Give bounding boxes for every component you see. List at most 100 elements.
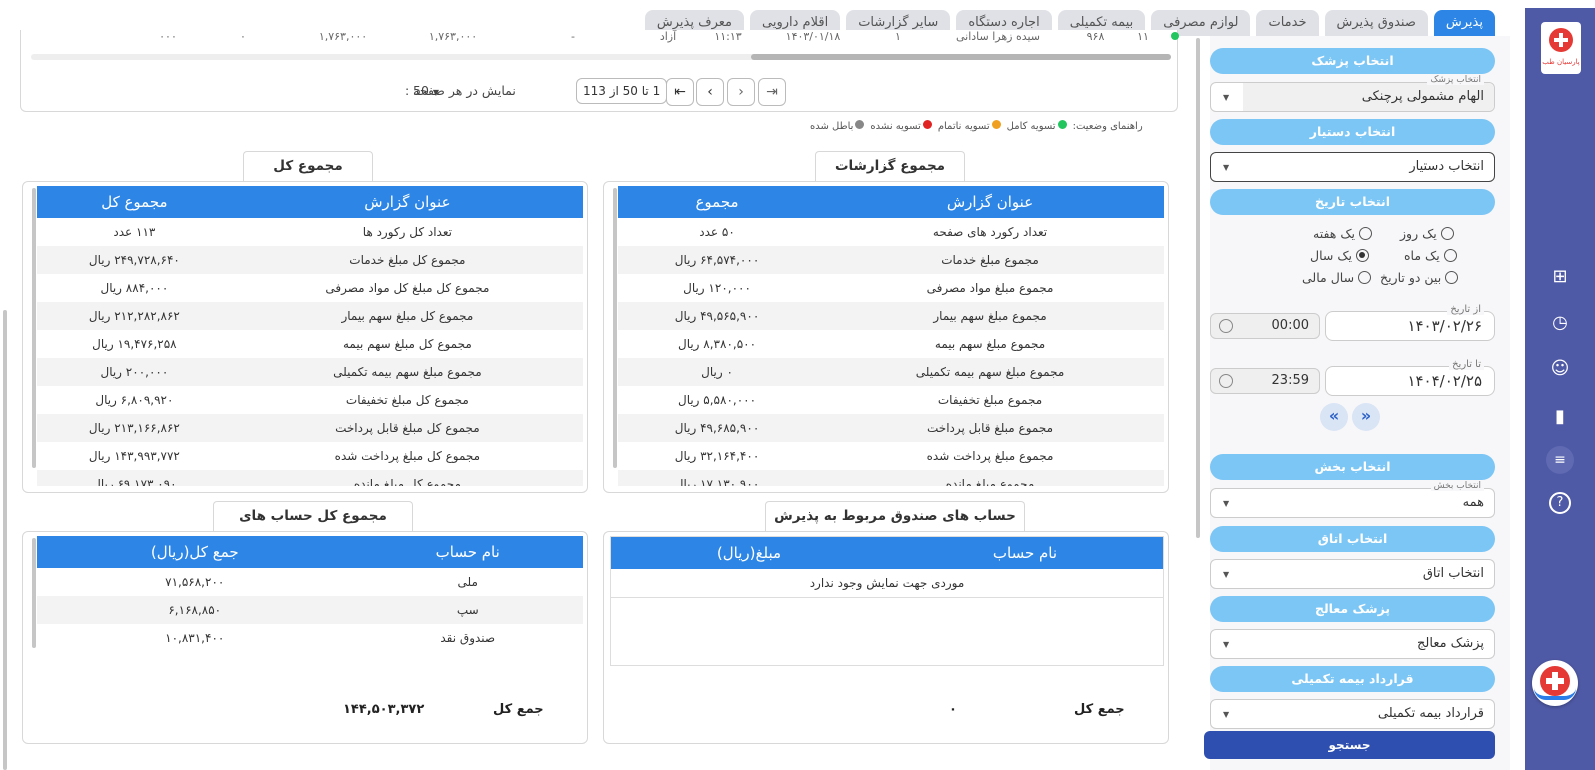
- section-select[interactable]: انتخاب بخش همه ▼: [1210, 481, 1495, 518]
- status-legend: راهنمای وضعیت: تسویه کامل تسویه ناتمام ت…: [810, 120, 1143, 132]
- users-icon[interactable]: ☺: [1549, 358, 1571, 380]
- prev-page-button[interactable]: ›: [727, 78, 755, 106]
- col-title-header[interactable]: عنوان گزارش: [231, 186, 583, 218]
- side-rail: پارسیان طب ⊞ ◷ ☺ ▮ ≡ ?: [1525, 8, 1595, 770]
- assistant-select[interactable]: انتخاب دستیار ▼: [1210, 152, 1495, 182]
- next-range-button[interactable]: »: [1352, 403, 1380, 431]
- physician-header[interactable]: پزشک معالج: [1210, 596, 1495, 622]
- chart-icon[interactable]: ▮: [1549, 406, 1571, 428]
- cell-title: مجموع کل مبلغ سهم بیمار: [231, 302, 583, 330]
- cell-value: ۵۰ عدد: [699, 225, 735, 239]
- cell-value: ۶۹,۱۷۳,۰۹۰ ریال: [37, 470, 232, 486]
- col-name-header[interactable]: نام حساب: [352, 536, 583, 568]
- col-name-header[interactable]: نام حساب: [886, 537, 1163, 569]
- radio-fiscal-year[interactable]: سال مالی: [1302, 270, 1372, 285]
- cell-value: ۸,۳۸۰,۵۰۰ ریال: [677, 337, 757, 351]
- cell-value: ۲۴۹,۷۲۸,۶۴۰ ریال: [37, 246, 232, 274]
- insurance-header[interactable]: قرارداد بیمه تکمیلی: [1210, 666, 1495, 692]
- radio-dot: [1359, 227, 1373, 240]
- tab-reception[interactable]: پذیرش: [1433, 10, 1495, 36]
- page-summary-table: عنوان گزارش مجموع تعداد رکورد های صفحه ۵۰…: [618, 186, 1164, 486]
- doctor-header[interactable]: انتخاب پزشک: [1210, 48, 1495, 74]
- to-time-value: 23:59: [1271, 373, 1309, 388]
- search-button[interactable]: جستجو: [1204, 731, 1495, 759]
- table-row: مجموع کل مبلغ تخفیفات ۶,۸۰۹,۹۲۰ ریال: [37, 386, 583, 414]
- prev-range-button[interactable]: «: [1320, 403, 1348, 431]
- section-select-label: انتخاب بخش: [1430, 481, 1484, 491]
- cell-name: ملی: [457, 575, 478, 589]
- table-row: مجموع مبلغ تخفیفات ۵,۵۸۰,۰۰۰ ریال: [618, 386, 1164, 414]
- clock-icon[interactable]: ◷: [1549, 312, 1571, 334]
- main-scrollbar[interactable]: [3, 310, 7, 770]
- page-summary-scrollbar[interactable]: [613, 188, 617, 468]
- radio-label: یک سال: [1310, 248, 1353, 263]
- radio-one-month[interactable]: یک ماه: [1404, 248, 1457, 263]
- last-page-button[interactable]: ⇤: [666, 78, 694, 106]
- cell-title: مجموع مبلغ سهم بیمه تکمیلی: [816, 358, 1164, 386]
- radio-label: یک روز: [1400, 226, 1437, 241]
- row-cell: ۰: [240, 30, 246, 43]
- doctor-select[interactable]: انتخاب پزشک الهام مشمولی پرچنکی ▼: [1210, 75, 1495, 112]
- from-time-field[interactable]: 00:00: [1210, 313, 1320, 339]
- panel-scrollbar[interactable]: [1196, 38, 1200, 538]
- cell-title: مجموع مبلغ مانده: [816, 470, 1164, 486]
- legend-label: باطل شده: [810, 121, 854, 132]
- section-header[interactable]: انتخاب بخش: [1210, 454, 1495, 480]
- tab-reception-cash[interactable]: صندوق پذیرش: [1324, 10, 1428, 36]
- cell-value: ۱۷,۱۳۰,۹۰۰ ریال: [618, 470, 817, 486]
- horizontal-scrollbar[interactable]: [31, 54, 1171, 60]
- radio-one-week[interactable]: یک هفته: [1313, 226, 1373, 241]
- radio-dot: [1358, 271, 1372, 284]
- legend-item: تسویه نشده: [870, 120, 932, 132]
- col-total-header[interactable]: مجموع: [618, 186, 817, 218]
- row-cell: ۰۰۰: [159, 30, 177, 43]
- insurance-select[interactable]: قرارداد بیمه تکمیلی ▼: [1210, 699, 1495, 729]
- cell-value: ۸۸۴,۰۰۰ ریال: [100, 281, 169, 295]
- next-page-button[interactable]: ‹: [696, 78, 724, 106]
- scrollbar-thumb[interactable]: [751, 54, 1171, 60]
- table-row: تعداد رکورد های صفحه ۵۰ عدد: [618, 218, 1164, 246]
- date-header[interactable]: انتخاب تاریخ: [1210, 189, 1495, 215]
- floating-app-button[interactable]: [1532, 660, 1578, 706]
- table-row: مجموع کل مبلغ کل مواد مصرفی ۸۸۴,۰۰۰ ریال: [37, 274, 583, 302]
- help-icon[interactable]: ?: [1549, 492, 1571, 514]
- app-logo[interactable]: پارسیان طب: [1541, 22, 1581, 74]
- radio-one-day[interactable]: یک روز: [1400, 226, 1454, 241]
- menu-icon[interactable]: ≡: [1546, 446, 1574, 474]
- physician-select[interactable]: پزشک معالج ▼: [1210, 629, 1495, 659]
- all-summary-scrollbar[interactable]: [32, 188, 36, 468]
- doctor-select-value: الهام مشمولی پرچنکی: [1361, 89, 1484, 104]
- assistant-header[interactable]: انتخاب دستیار: [1210, 119, 1495, 145]
- from-date-field[interactable]: از تاریخ ۱۴۰۳/۰۲/۲۶: [1325, 304, 1495, 341]
- radio-between-dates[interactable]: بین دو تاریخ: [1380, 270, 1459, 285]
- cell-amount: ۶,۱۶۸,۸۵۰: [37, 596, 353, 624]
- cell-value: ۱۹,۴۷۶,۲۵۸ ریال: [92, 337, 177, 351]
- cell-title: مجموع کل مبلغ مانده: [231, 470, 583, 486]
- table-row: مجموع کل مبلغ قابل پرداخت ۲۱۳,۱۶۶,۸۶۲ ریا…: [37, 414, 583, 442]
- cell-value: ۳۲,۱۶۴,۴۰۰ ریال: [674, 449, 760, 463]
- to-time-field[interactable]: 23:59: [1210, 368, 1320, 394]
- legend-label: تسویه کامل: [1006, 121, 1056, 132]
- insurance-select-value: قرارداد بیمه تکمیلی: [1377, 706, 1484, 721]
- radio-one-year[interactable]: یک سال: [1310, 248, 1370, 263]
- first-page-button[interactable]: ⇥: [758, 78, 786, 106]
- col-amount-header[interactable]: جمع کل(ریال): [37, 536, 353, 568]
- cell-title: مجموع مبلغ قابل پرداخت: [816, 414, 1164, 442]
- bookmark-add-icon[interactable]: ⊞: [1549, 266, 1571, 288]
- tab-services[interactable]: خدمات: [1256, 10, 1319, 36]
- col-total-header[interactable]: مجموع کل: [37, 186, 232, 218]
- room-header[interactable]: انتخاب اتاق: [1210, 526, 1495, 552]
- cash-all-scrollbar[interactable]: [32, 538, 36, 648]
- table-row[interactable]: ۱۱ ۹۶۸ سیده زهرا سادانی ۱ ۱۴۰۳/۰۱/۱۸ ۱۱:…: [21, 30, 1179, 44]
- row-cell: ۱,۷۶۳,۰۰۰: [428, 30, 478, 43]
- per-page-select[interactable]: 50 ▼: [413, 83, 439, 98]
- col-amount-header[interactable]: مبلغ(ریال): [611, 537, 887, 569]
- radio-label: سال مالی: [1302, 270, 1355, 285]
- room-select[interactable]: انتخاب اتاق ▼: [1210, 559, 1495, 589]
- row-cell: ۱: [895, 30, 901, 43]
- to-date-field[interactable]: تا تاریخ ۱۴۰۴/۰۲/۲۵: [1325, 359, 1495, 396]
- legend-dot: [1057, 120, 1067, 129]
- col-title-header[interactable]: عنوان گزارش: [816, 186, 1164, 218]
- cell-title: مجموع مبلغ تخفیفات: [937, 393, 1043, 407]
- empty-row: موردی جهت نمایش وجود ندارد: [611, 569, 1163, 598]
